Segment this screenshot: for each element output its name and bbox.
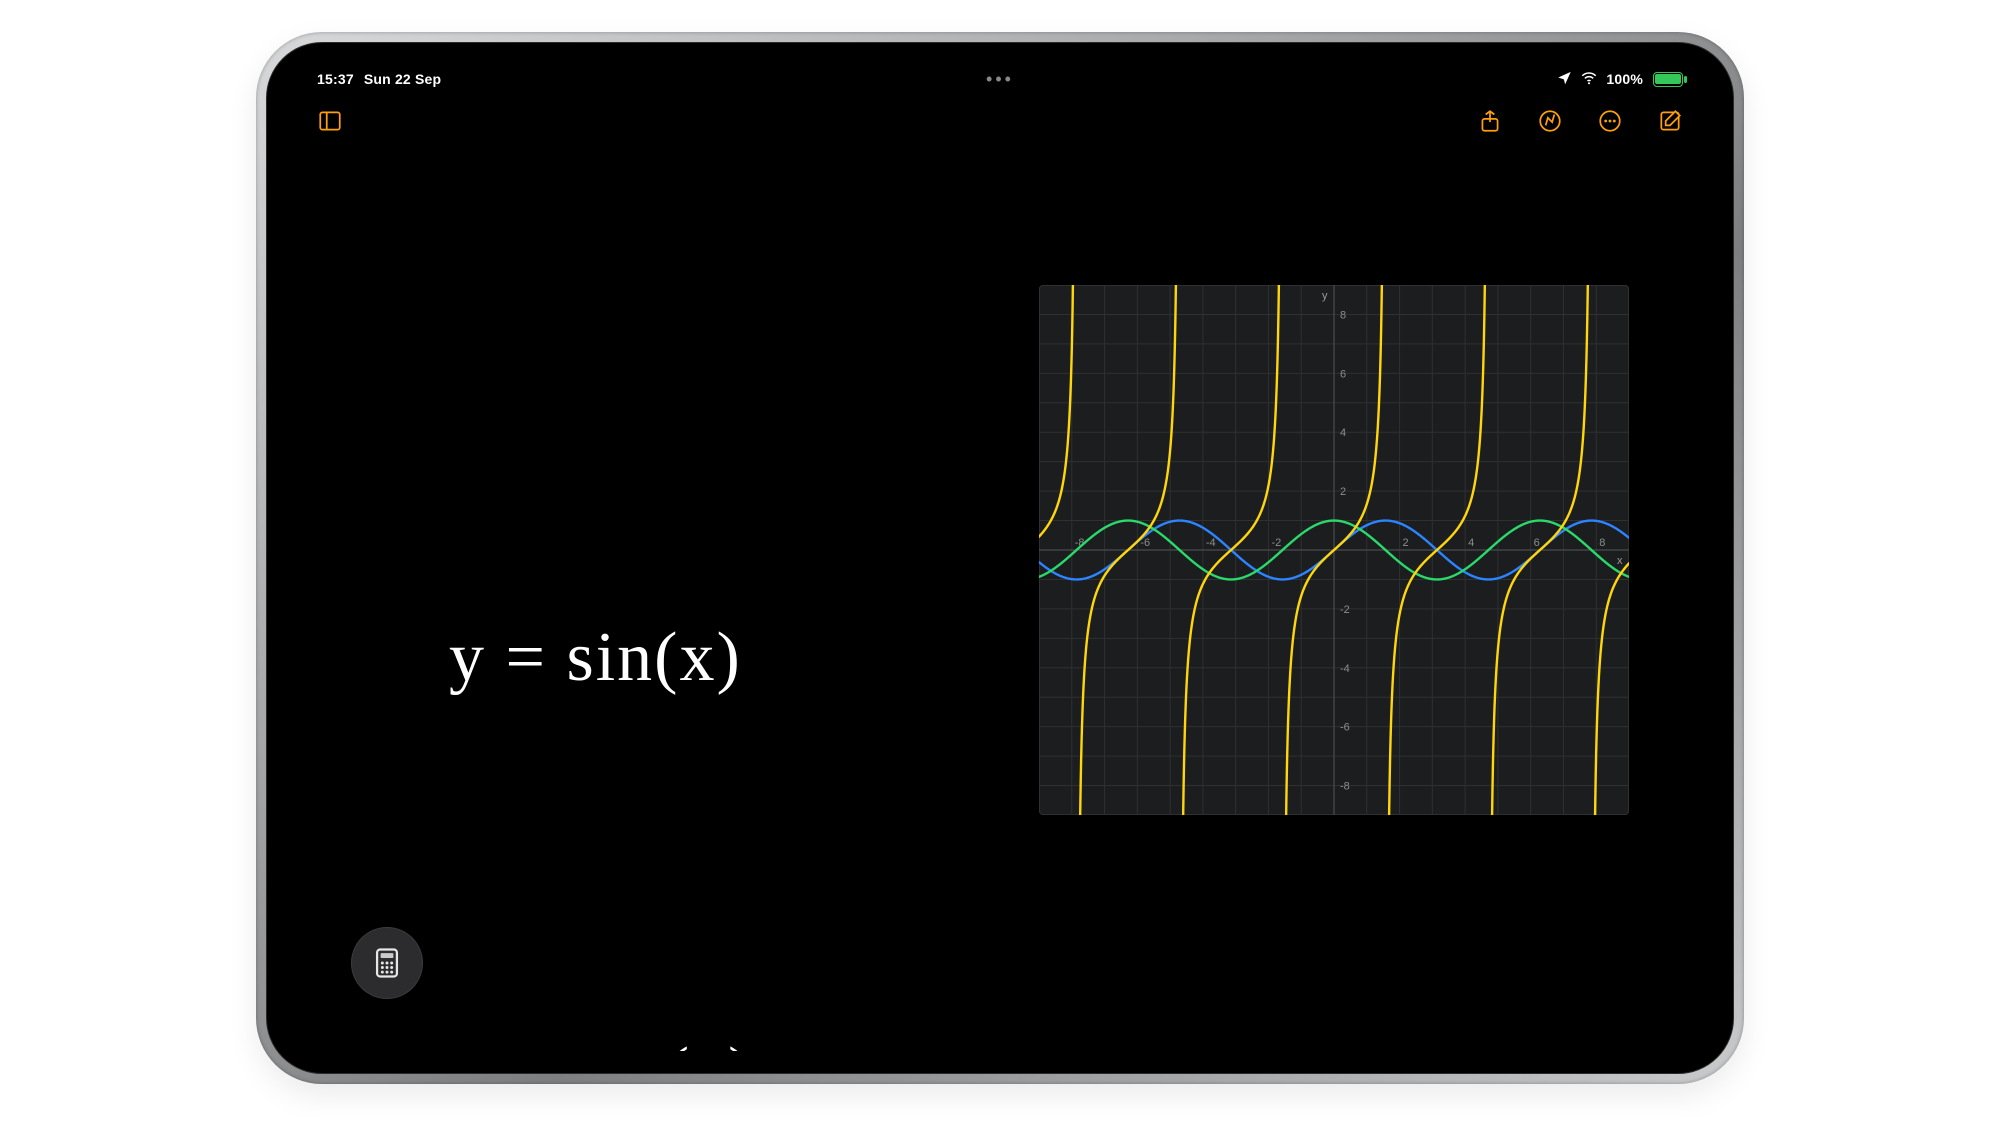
screen: 15:37 Sun 22 Sep ••• 100% <box>289 65 1711 1051</box>
compose-button[interactable] <box>1655 106 1685 136</box>
handwriting-block: y = sin(x) y = cos(x) y = tan(x) <box>449 325 753 1051</box>
svg-text:-2: -2 <box>1271 537 1281 549</box>
svg-text:2: 2 <box>1403 537 1409 549</box>
status-bar: 15:37 Sun 22 Sep ••• 100% <box>289 65 1711 93</box>
svg-text:4: 4 <box>1340 427 1346 439</box>
calculator-button[interactable] <box>351 927 423 999</box>
svg-text:2: 2 <box>1340 486 1346 498</box>
status-time: 15:37 <box>317 71 354 87</box>
handwriting-line-1: y = sin(x) <box>449 591 753 724</box>
calculator-icon <box>370 946 404 980</box>
svg-text:8: 8 <box>1599 537 1605 549</box>
wifi-icon <box>1580 69 1598 90</box>
svg-text:-4: -4 <box>1340 663 1350 675</box>
graph-svg: -8-6-4-22468-8-6-4-22468yx <box>1039 285 1629 815</box>
handwriting-line-2: y = cos(x) <box>449 1006 753 1051</box>
svg-text:6: 6 <box>1534 537 1540 549</box>
math-graph-panel[interactable]: -8-6-4-22468-8-6-4-22468yx <box>1039 285 1629 815</box>
location-icon <box>1557 70 1572 88</box>
share-button[interactable] <box>1475 106 1505 136</box>
battery-percent: 100% <box>1606 71 1643 87</box>
svg-text:-8: -8 <box>1340 781 1350 793</box>
svg-text:-2: -2 <box>1340 604 1350 616</box>
note-canvas[interactable]: y = sin(x) y = cos(x) y = tan(x) -8 -6 -4 -… <box>289 165 1711 1051</box>
svg-text:6: 6 <box>1340 368 1346 380</box>
svg-text:y: y <box>1322 290 1328 302</box>
svg-text:4: 4 <box>1468 537 1474 549</box>
svg-text:x: x <box>1617 555 1623 567</box>
battery-icon <box>1653 72 1683 87</box>
svg-text:-4: -4 <box>1206 537 1216 549</box>
app-toolbar <box>289 93 1711 149</box>
more-button[interactable] <box>1595 106 1625 136</box>
sidebar-toggle-button[interactable] <box>315 106 345 136</box>
status-date: Sun 22 Sep <box>364 71 441 87</box>
ipad-frame: 15:37 Sun 22 Sep ••• 100% <box>256 32 1744 1084</box>
markup-button[interactable] <box>1535 106 1565 136</box>
svg-text:8: 8 <box>1340 309 1346 321</box>
svg-text:-6: -6 <box>1340 722 1350 734</box>
multitask-dots[interactable]: ••• <box>289 69 1711 90</box>
